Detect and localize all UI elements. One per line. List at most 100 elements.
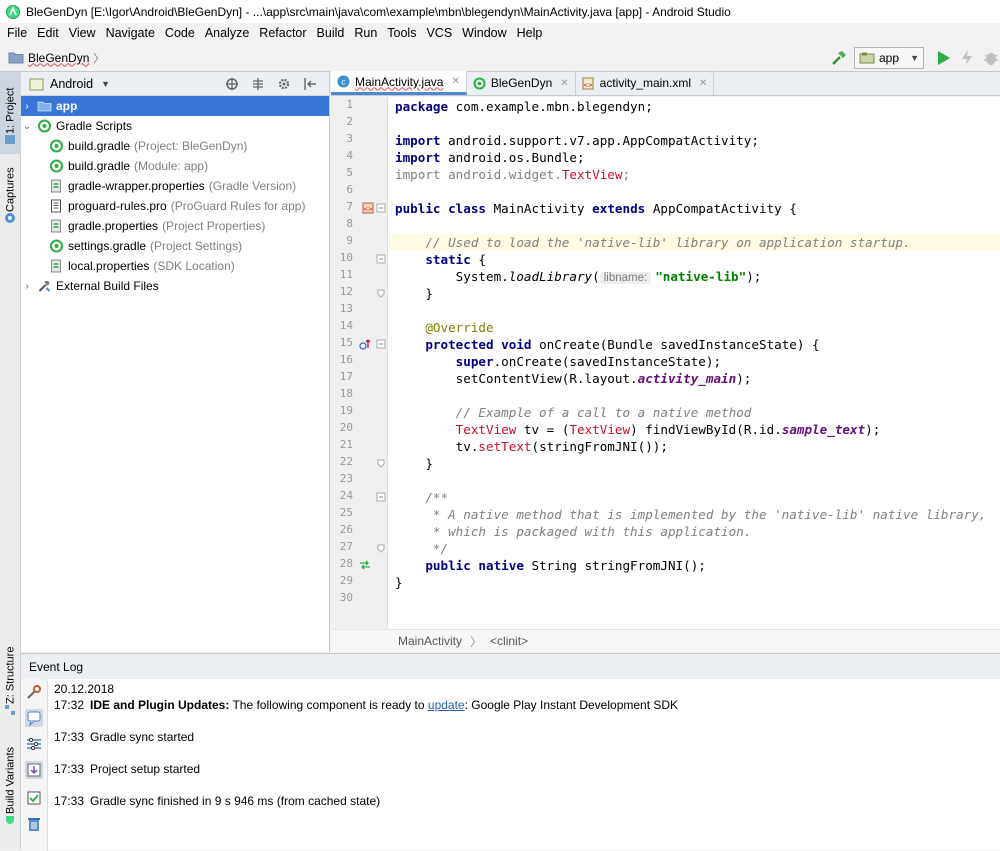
tree-item-build-gradle-module[interactable]: build.gradle (Module: app)	[21, 156, 329, 176]
close-icon[interactable]: ✕	[451, 76, 459, 87]
project-breadcrumb[interactable]: BleGenDyn 〉	[8, 50, 104, 66]
chevron-right-icon[interactable]: ›	[21, 281, 33, 292]
menu-code[interactable]: Code	[160, 23, 200, 44]
fold-end-icon[interactable]	[375, 457, 387, 469]
tree-item-external-build-files[interactable]: › External Build Files	[21, 276, 329, 296]
apply-changes-icon[interactable]	[958, 49, 976, 67]
log-entry: 17:33 Gradle sync started	[54, 730, 194, 744]
chevron-right-icon[interactable]: ›	[21, 101, 33, 112]
tree-item-proguard-rules[interactable]: proguard-rules.pro (ProGuard Rules for a…	[21, 196, 329, 216]
event-log-content[interactable]: 20.12.2018 17:32 IDE and Plugin Updates: …	[54, 679, 994, 851]
log-time: 17:33	[54, 794, 85, 808]
menu-help[interactable]: Help	[512, 23, 548, 44]
structure-tool-tab[interactable]: Z: Structure	[0, 642, 21, 724]
chevron-down-icon: ▼	[910, 53, 919, 63]
scroll-to-end-icon[interactable]	[25, 761, 43, 779]
tree-item-gradle-wrapper-properties[interactable]: gradle-wrapper.properties (Gradle Versio…	[21, 176, 329, 196]
project-tool-tab[interactable]: 1: Project	[0, 72, 21, 154]
override-method-icon[interactable]	[359, 338, 371, 350]
code-line: static {	[395, 251, 486, 268]
code-line: }	[395, 574, 403, 591]
chevron-down-icon[interactable]: ⌄	[21, 121, 33, 132]
code-token: loadLibrary	[508, 269, 593, 284]
build-variants-tool-tab[interactable]: Build Variants	[0, 738, 21, 834]
tree-item-build-gradle-project[interactable]: build.gradle (Project: BleGenDyn)	[21, 136, 329, 156]
collapse-all-icon[interactable]	[251, 77, 265, 91]
code-token: @Override	[395, 320, 494, 335]
menu-vcs[interactable]: VCS	[421, 23, 457, 44]
tab-mainactivity-java[interactable]: c MainActivity.java ✕	[331, 71, 467, 95]
log-entry: 17:33 Gradle sync finished in 9 s 946 ms …	[54, 794, 380, 808]
tab-activity-main-xml[interactable]: <> activity_main.xml ✕	[576, 71, 715, 95]
code-token: onCreate(Bundle savedInstanceState) {	[531, 337, 820, 352]
code-token: import	[395, 133, 441, 148]
menu-edit[interactable]: Edit	[32, 23, 64, 44]
code-token: "native-lib"	[655, 269, 747, 284]
tree-item-gradle-properties[interactable]: gradle.properties (Project Properties)	[21, 216, 329, 236]
tree-item-label: External Build Files	[56, 279, 159, 293]
code-editor[interactable]: 1 2 3 4 5 6 7 8 9 10 11 12 13 14 15 16 1…	[331, 97, 1000, 629]
menu-file[interactable]: File	[2, 23, 32, 44]
tab-blegendyn[interactable]: BleGenDyn ✕	[467, 71, 576, 95]
project-panel-header: Android ▼	[21, 72, 329, 96]
close-icon[interactable]: ✕	[560, 78, 568, 89]
gradle-icon	[50, 239, 63, 253]
project-icon	[5, 135, 16, 144]
run-icon[interactable]	[934, 49, 952, 67]
fold-icon[interactable]	[375, 202, 387, 214]
native-method-icon[interactable]	[359, 559, 371, 571]
code-token: MainActivity	[486, 201, 593, 216]
project-breadcrumb-label: BleGenDyn	[28, 50, 90, 65]
project-view-selector[interactable]: Android ▼	[29, 77, 110, 91]
trash-icon[interactable]	[25, 815, 43, 833]
menu-analyze[interactable]: Analyze	[200, 23, 254, 44]
close-icon[interactable]: ✕	[699, 78, 707, 89]
fold-icon[interactable]	[375, 338, 387, 350]
android-icon	[6, 816, 15, 824]
captures-tool-tab[interactable]: Captures	[0, 162, 21, 232]
menu-window[interactable]: Window	[457, 23, 511, 44]
menu-run[interactable]: Run	[349, 23, 382, 44]
menu-view[interactable]: View	[64, 23, 101, 44]
line-number: 30	[339, 591, 353, 604]
tree-item-gradle-scripts[interactable]: ⌄ Gradle Scripts	[21, 116, 329, 136]
code-token: }	[395, 575, 403, 590]
fold-icon[interactable]	[375, 491, 387, 503]
settings-tool-icon[interactable]	[25, 683, 43, 701]
menu-refactor[interactable]: Refactor	[254, 23, 311, 44]
code-line: /**	[395, 489, 448, 506]
filter-settings-icon[interactable]	[25, 735, 43, 753]
scroll-from-source-icon[interactable]	[225, 77, 239, 91]
code-area[interactable]: package com.example.mbn.blegendyn; impor…	[389, 97, 1000, 629]
tree-item-app[interactable]: › app	[21, 96, 329, 116]
fold-end-icon[interactable]	[375, 287, 387, 299]
mark-all-read-icon[interactable]	[25, 789, 43, 807]
code-token: TextView	[569, 422, 631, 437]
code-line: System.loadLibrary(libname: "native-lib")…	[395, 268, 761, 285]
code-token: setContentView(R.layout.	[395, 371, 638, 386]
code-token: * which is packaged with this applicatio…	[395, 524, 752, 539]
menu-build[interactable]: Build	[312, 23, 350, 44]
hammer-icon[interactable]	[830, 49, 848, 67]
tab-label: activity_main.xml	[599, 76, 691, 90]
update-link[interactable]: update	[428, 698, 465, 712]
chevron-down-icon: ▼	[101, 78, 111, 89]
menu-navigate[interactable]: Navigate	[101, 23, 160, 44]
hide-panel-icon[interactable]	[303, 77, 317, 91]
show-balloons-icon[interactable]	[25, 709, 43, 727]
debug-icon[interactable]	[982, 49, 1000, 67]
fold-end-icon[interactable]	[375, 542, 387, 554]
activity-layout-icon[interactable]: <>	[362, 202, 374, 214]
menu-tools[interactable]: Tools	[382, 23, 421, 44]
run-configuration-select[interactable]: app ▼	[854, 47, 924, 69]
tree-item-local-properties[interactable]: local.properties (SDK Location)	[21, 256, 329, 276]
tree-item-settings-gradle[interactable]: settings.gradle (Project Settings)	[21, 236, 329, 256]
line-number: 7	[346, 200, 353, 213]
gear-icon[interactable]	[277, 77, 291, 91]
line-number: 18	[339, 387, 353, 400]
fold-icon[interactable]	[375, 253, 387, 265]
breadcrumb-method[interactable]: <clinit>	[490, 634, 528, 648]
code-line: public class MainActivity extends AppCom…	[395, 200, 797, 217]
breadcrumb-class[interactable]: MainActivity	[398, 634, 462, 648]
